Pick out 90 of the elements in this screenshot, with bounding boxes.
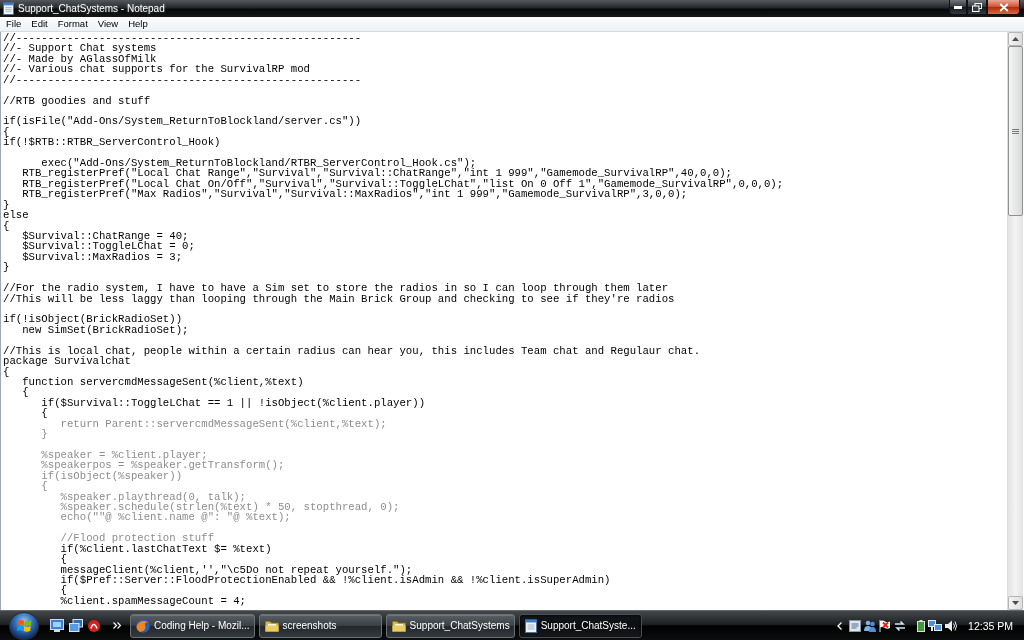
- vertical-scrollbar[interactable]: [1007, 32, 1023, 610]
- taskbar-button[interactable]: Coding Help - Mozil...: [130, 613, 255, 638]
- code-line: }: [3, 199, 10, 211]
- taskbar-button[interactable]: Support_ChatSyste...: [518, 613, 642, 638]
- grip-icon: [1012, 128, 1019, 134]
- code-line: //RTB goodies and stuff: [3, 95, 151, 106]
- code-line: {: [21, 387, 29, 398]
- code-line: }: [40, 429, 48, 440]
- code-line: if(!isObject(BrickRadioSet)): [3, 314, 183, 325]
- scroll-down-button[interactable]: [1008, 596, 1023, 610]
- menu-item[interactable]: Format: [53, 17, 93, 31]
- flag-icon: [16, 618, 32, 633]
- minimize-button[interactable]: [949, 0, 967, 15]
- code-line: %client.spamMessageCount = 4;: [59, 595, 246, 607]
- network-icon[interactable]: [928, 619, 943, 632]
- folder-icon: [264, 619, 279, 632]
- chevron-left-icon[interactable]: [837, 621, 843, 630]
- code-line: //- Support Chat systems: [3, 43, 157, 54]
- window-title: Support_ChatSystems - Notepad: [18, 3, 165, 14]
- code-line: RTB_registerPref("Local Chat On/Off","Survival","Survival::ToggleLChat","list On 0 Off 1","Gamemode_SurvivalRP",0,0,0);: [21, 178, 784, 190]
- code-line: {: [59, 585, 67, 596]
- taskbar-button[interactable]: Support_ChatSystems: [385, 613, 515, 638]
- code-line: //For the radio system, I have to have a Sim set to store the radios in so I can loop through them later: [3, 283, 669, 294]
- code-line: if(isObject(%speaker)): [40, 470, 183, 482]
- code-line: //------------------------------------------------------: [3, 33, 362, 44]
- arrow-down-icon: [1012, 601, 1019, 605]
- code-line: {: [3, 220, 10, 231]
- code-line: %speaker.playthread(0, talk);: [59, 491, 246, 502]
- menu-item[interactable]: Help: [123, 17, 153, 31]
- start-button[interactable]: [9, 611, 39, 640]
- code-line: echo(""@ %client.name @": "@ %text);: [59, 512, 291, 523]
- double-chevron-icon[interactable]: [113, 622, 121, 629]
- code-line: function servercmdMessageSent(%client,%text): [21, 376, 304, 388]
- code-line: exec("Add-Ons/System_ReturnToBlockland/RTBR_ServerControl_Hook.cs");: [41, 158, 477, 169]
- notepad-icon: [3, 2, 14, 15]
- clock-time: 12:35 PM: [968, 619, 1013, 632]
- code-line: else: [3, 210, 29, 221]
- notepad-icon: [524, 618, 537, 633]
- code-line: //------------------------------------------------------: [3, 74, 362, 86]
- flag-alert-icon[interactable]: [879, 619, 892, 632]
- close-icon: [998, 2, 1009, 12]
- code-line: RTB_registerPref("Local Chat Range","Survival","Survival::ChatRange","int 1 999","Gamemode_SurvivalRP",40,0,0);: [21, 168, 732, 179]
- code-line: //This is local chat, people within a certain radius can hear you, this includes Team chat and Regulaur chat.: [3, 345, 701, 357]
- document-icon[interactable]: [849, 619, 862, 632]
- code-line: %speaker.schedule(strlen(%text) * 50, stopthread, 0);: [59, 502, 400, 513]
- code-line: }: [3, 262, 10, 273]
- menu-item[interactable]: View: [93, 17, 123, 31]
- code-line: $Survival::ChatRange = 40;: [21, 231, 189, 242]
- code-line: {: [40, 408, 48, 419]
- arrow-up-icon: [1012, 37, 1019, 41]
- restore-button[interactable]: [967, 0, 987, 15]
- folder-icon: [391, 619, 406, 632]
- taskbar-button[interactable]: screenshots: [258, 613, 382, 638]
- menu-item[interactable]: File: [1, 17, 26, 31]
- code-line: if(isFile("Add-Ons/System_ReturnToBlockland/server.cs")): [3, 116, 362, 127]
- code-line: {: [3, 366, 10, 377]
- code-line: //- Made by AGlassOfMilk: [3, 53, 157, 65]
- code-line: if($Survival::ToggleLChat == 1 || !isObject(%client.player)): [40, 397, 426, 409]
- code-line: %speaker = %client.player;: [40, 449, 208, 461]
- speaker-icon[interactable]: [945, 619, 958, 632]
- battery-icon[interactable]: [917, 619, 926, 632]
- code-line: %speakerpos = %speaker.getTransform();: [40, 460, 285, 471]
- globe-icon: [136, 618, 150, 633]
- code-line: //This will be less laggy than looping through the Main Brick Group and checking to see if they're radios: [3, 293, 675, 304]
- close-button[interactable]: [987, 0, 1020, 15]
- code-line: {: [59, 554, 67, 565]
- code-line: messageClient(%client,'',"\c5Do not repeat yourself.");: [59, 564, 413, 575]
- code-line: if($Pref::Server::FloodProtectionEnabled && !%client.isAdmin && !%client.isSuperAdmin): [59, 574, 611, 586]
- code-line: if(%client.lastChatText $= %text): [59, 543, 272, 555]
- round-logo-icon[interactable]: [88, 619, 100, 632]
- code-line: //Flood protection stuff: [59, 533, 215, 544]
- code-line: {: [3, 126, 10, 138]
- restore-icon: [972, 2, 982, 12]
- minimize-icon: [954, 5, 962, 9]
- code-line: $Survival::MaxRadios = 3;: [21, 251, 183, 263]
- arrows-icon[interactable]: [894, 619, 907, 632]
- code-line: return Parent::servercmdMessageSent(%client,%text);: [59, 418, 387, 430]
- code-line: RTB_registerPref("Max Radios","Survival","Survival::MaxRadios","int 1 999","Gamemode_SurvivalRP",3,0,0);: [21, 189, 688, 200]
- code-line: $Survival::ToggleLChat = 0;: [21, 241, 195, 252]
- code-line: package Survivalchat: [3, 356, 131, 367]
- scroll-up-button[interactable]: [1008, 32, 1023, 46]
- desktop-icon[interactable]: [50, 619, 64, 632]
- code-line: {: [40, 481, 48, 492]
- code-line: new SimSet(BrickRadioSet);: [22, 324, 189, 336]
- menu-item[interactable]: Edit: [26, 17, 53, 31]
- scroll-thumb[interactable]: [1008, 46, 1023, 216]
- window-stack-icon[interactable]: [69, 619, 83, 632]
- code-line: //- Various chat supports for the SurvivalRP mod: [3, 64, 310, 75]
- people-icon[interactable]: [864, 619, 877, 632]
- code-line: if(!$RTB::RTBR_ServerControl_Hook): [3, 137, 221, 148]
